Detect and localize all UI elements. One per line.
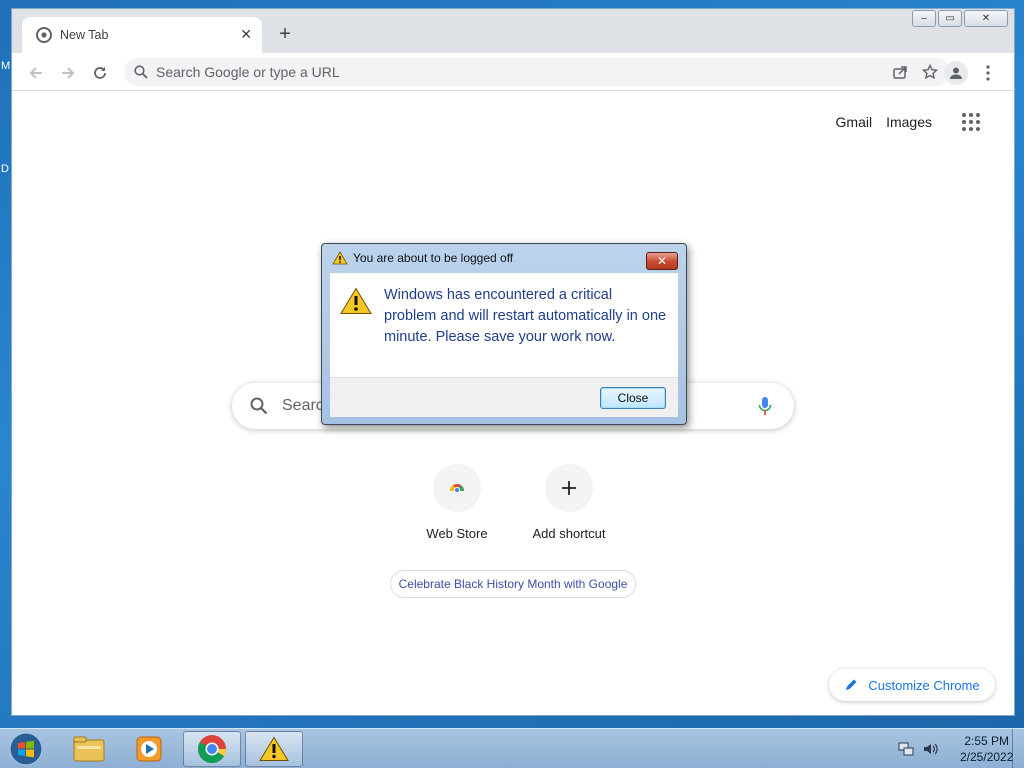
taskbar-explorer[interactable]: [60, 731, 118, 767]
clock[interactable]: 2:55 PM 2/25/2022: [960, 733, 1013, 765]
reload-icon: [94, 67, 106, 79]
taskbar-media-player[interactable]: [120, 731, 178, 767]
new-tab-button[interactable]: +: [274, 24, 296, 46]
arrow-left-icon: [29, 67, 42, 79]
dialog-footer: Close: [330, 377, 678, 417]
microphone-icon[interactable]: [758, 396, 772, 416]
network-icon[interactable]: [898, 741, 914, 757]
gmail-link[interactable]: Gmail: [836, 114, 873, 130]
volume-icon[interactable]: [922, 741, 938, 757]
shortcut-tile: [433, 464, 481, 512]
taskbar: 2:55 PM 2/25/2022: [0, 728, 1024, 768]
forward-button[interactable]: [56, 61, 80, 85]
dialog-icon-wrap: [340, 285, 374, 365]
shortcut-label: Web Store: [426, 526, 488, 541]
toolbar: Search Google or type a URL: [12, 53, 1014, 91]
taskbar-warning-dialog[interactable]: [245, 731, 303, 767]
shortcut-label: Add shortcut: [532, 526, 606, 541]
tray-icons: [898, 741, 938, 757]
dialog-body: Windows has encountered a critical probl…: [330, 273, 678, 377]
restore-button[interactable]: ▭: [938, 10, 962, 27]
clock-time: 2:55 PM: [964, 734, 1010, 748]
dialog-title: You are about to be logged off: [353, 251, 514, 265]
more-vertical-icon: [986, 65, 990, 81]
chrome-web-store-icon: [450, 484, 464, 494]
dialog-close-x-button[interactable]: ✕: [646, 252, 678, 270]
doodle-chip[interactable]: Celebrate Black History Month with Googl…: [390, 570, 636, 598]
clock-date: 2/25/2022: [960, 750, 1014, 764]
windows-start-icon: [9, 732, 43, 766]
search-icon: [134, 65, 148, 79]
images-link[interactable]: Images: [886, 114, 932, 130]
close-button[interactable]: Close: [600, 387, 666, 409]
logoff-dialog: You are about to be logged off ✕ Windows…: [321, 243, 687, 425]
reload-button[interactable]: [88, 61, 112, 85]
dialog-message: Windows has encountered a critical probl…: [384, 287, 667, 345]
warning-icon: [340, 287, 372, 314]
warning-icon: [259, 736, 289, 761]
tab-strip: New Tab ✕ + ‒ ▭ ✕: [12, 9, 1014, 53]
person-icon: [950, 67, 962, 79]
start-button[interactable]: [6, 731, 46, 767]
shortcut-web-store[interactable]: Web Store: [401, 464, 513, 541]
windows-explorer-icon: [73, 736, 105, 762]
customize-chrome-button[interactable]: Customize Chrome: [829, 669, 995, 701]
customize-label: Customize Chrome: [868, 677, 980, 693]
warning-icon: [332, 251, 348, 265]
tab-title: New Tab: [60, 28, 109, 42]
desktop-icon-label: M: [1, 60, 11, 72]
back-button[interactable]: [24, 61, 48, 85]
pencil-icon: [846, 679, 857, 690]
menu-button[interactable]: [978, 61, 998, 85]
profile-button[interactable]: [944, 61, 968, 85]
show-desktop-button[interactable]: [1012, 729, 1024, 768]
taskbar-chrome[interactable]: [183, 731, 241, 767]
shortcut-tile: [545, 464, 593, 512]
ntp-header-links: Gmail Images: [836, 113, 980, 131]
omnibox[interactable]: Search Google or type a URL: [124, 58, 950, 86]
shortcut-add[interactable]: Add shortcut: [513, 464, 625, 541]
minimize-button[interactable]: ‒: [912, 10, 936, 27]
tab-new-tab[interactable]: New Tab ✕: [22, 17, 262, 53]
close-icon[interactable]: ✕: [240, 27, 252, 43]
bookmark-star-icon[interactable]: [922, 64, 938, 80]
apps-grid-icon[interactable]: [962, 113, 980, 131]
arrow-right-icon: [62, 67, 75, 79]
search-icon: [250, 397, 268, 415]
system-tray: 2:55 PM 2/25/2022: [886, 729, 1024, 768]
dialog-titlebar[interactable]: You are about to be logged off: [322, 244, 686, 272]
chrome-icon: [36, 27, 52, 43]
omnibox-placeholder: Search Google or type a URL: [156, 64, 340, 80]
window-controls: ‒ ▭ ✕: [912, 10, 1008, 27]
media-player-icon: [136, 736, 162, 762]
window-close-button[interactable]: ✕: [964, 10, 1008, 27]
share-icon[interactable]: [892, 64, 908, 80]
desktop-icon-label: D: [1, 163, 9, 175]
chrome-icon: [198, 735, 226, 763]
plus-icon: [562, 481, 576, 495]
